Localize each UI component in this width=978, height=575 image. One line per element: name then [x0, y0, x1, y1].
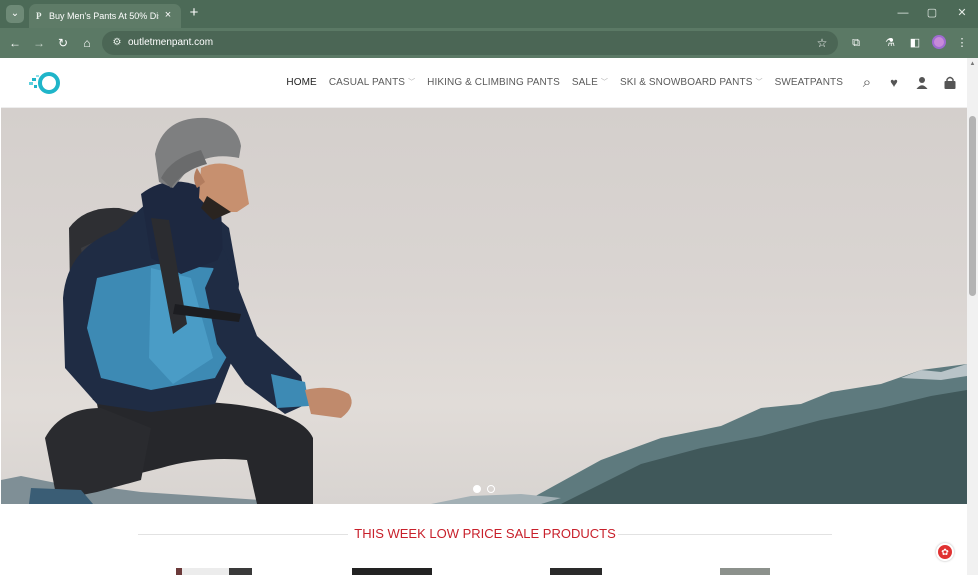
nav-item-casual-pants[interactable]: CASUAL PANTS ﹀: [323, 75, 421, 91]
new-tab-button[interactable]: +: [186, 5, 202, 21]
nav-item-label: SALE: [571, 77, 598, 88]
nav-item-home[interactable]: HOME: [280, 75, 322, 91]
reload-button[interactable]: ↻: [55, 35, 71, 51]
nav-item-label: CASUAL PANTS: [328, 77, 406, 88]
slider-dot[interactable]: [473, 485, 481, 493]
browser-toolbar: ← → ↻ ⌂ ⚙ outletmenpant.com ☆ ⧉ ⚗ ◧ ⋮: [0, 28, 978, 58]
nav-item-label: HOME: [286, 77, 317, 88]
nav-item-sale[interactable]: SALE ﹀: [566, 75, 614, 91]
bookmark-star-icon[interactable]: ☆: [814, 35, 830, 51]
back-button[interactable]: ←: [7, 35, 23, 51]
wishlist-heart-icon[interactable]: ♥: [886, 75, 902, 91]
section-heading: THIS WEEK LOW PRICE SALE PRODUCTS: [354, 526, 616, 541]
scroll-up-arrow-icon[interactable]: ▲: [969, 61, 976, 67]
nav-item-label: SKI & SNOWBOARD PANTS: [619, 77, 753, 88]
tab-close-icon[interactable]: ×: [161, 8, 175, 22]
side-panel-icon[interactable]: ◧: [907, 35, 923, 51]
account-icon[interactable]: [914, 75, 930, 91]
nav-item-sweatpants[interactable]: SWEATPANTS: [769, 75, 849, 91]
url-text[interactable]: outletmenpant.com: [128, 36, 213, 50]
tab-search-dropdown-button[interactable]: ⌄: [6, 5, 24, 23]
site-info-icon[interactable]: ⚙: [110, 36, 124, 50]
browser-menu-icon[interactable]: ⋮: [954, 35, 970, 51]
product-thumbnail[interactable]: [720, 568, 770, 575]
sale-products-section-header: THIS WEEK LOW PRICE SALE PRODUCTS: [138, 522, 832, 546]
hero-slider[interactable]: [1, 108, 967, 504]
product-thumbnail[interactable]: [176, 568, 252, 575]
tab-active[interactable]: P Buy Men's Pants At 50% Disco ×: [29, 4, 181, 28]
page-scrollbar[interactable]: ▲: [967, 58, 978, 575]
scrollbar-thumb[interactable]: [969, 116, 976, 296]
favicon-icon: P: [36, 11, 42, 21]
home-button[interactable]: ⌂: [79, 35, 95, 51]
main-navigation: HOME CASUAL PANTS ﹀ HIKING & CLIMBING PANTS…: [280, 75, 849, 91]
address-bar[interactable]: ⚙ outletmenpant.com ☆: [102, 31, 838, 55]
cart-bag-icon[interactable]: [942, 75, 958, 91]
search-icon[interactable]: ⌕: [859, 75, 875, 91]
chevron-down-icon: ﹀: [600, 79, 608, 86]
nav-item-ski-snowboard-pants[interactable]: SKI & SNOWBOARD PANTS ﹀: [614, 75, 769, 91]
tab-title: Buy Men's Pants At 50% Disco: [49, 11, 159, 21]
minimize-button[interactable]: —: [895, 5, 911, 21]
nav-item-hiking-climbing-pants[interactable]: HIKING & CLIMBING PANTS: [421, 75, 566, 91]
product-thumbnail[interactable]: [352, 568, 432, 575]
browser-window: ⌄ P Buy Men's Pants At 50% Disco × + — ▢…: [0, 0, 978, 575]
site-logo[interactable]: [27, 69, 63, 97]
slider-dot[interactable]: [487, 485, 495, 493]
chevron-down-icon: ﹀: [408, 79, 416, 86]
nav-item-label: HIKING & CLIMBING PANTS: [427, 77, 560, 88]
hero-image: [1, 117, 967, 504]
extensions-icon[interactable]: ⧉: [848, 35, 864, 51]
close-window-button[interactable]: ✕: [954, 5, 970, 21]
tab-bar: ⌄ P Buy Men's Pants At 50% Disco × + — ▢…: [0, 0, 978, 28]
product-thumbnail[interactable]: [550, 568, 602, 575]
chevron-down-icon: ﹀: [755, 79, 763, 86]
forward-button[interactable]: →: [31, 35, 47, 51]
nav-item-label: SWEATPANTS: [774, 77, 843, 88]
labs-flask-icon[interactable]: ⚗: [882, 35, 898, 51]
site-header: HOME CASUAL PANTS ﹀ HIKING & CLIMBING PANTS…: [1, 58, 967, 108]
page-viewport: HOME CASUAL PANTS ﹀ HIKING & CLIMBING PANTS…: [1, 58, 967, 575]
chat-support-icon[interactable]: ✿: [936, 543, 954, 561]
profile-avatar[interactable]: [932, 35, 946, 49]
maximize-button[interactable]: ▢: [924, 5, 940, 21]
